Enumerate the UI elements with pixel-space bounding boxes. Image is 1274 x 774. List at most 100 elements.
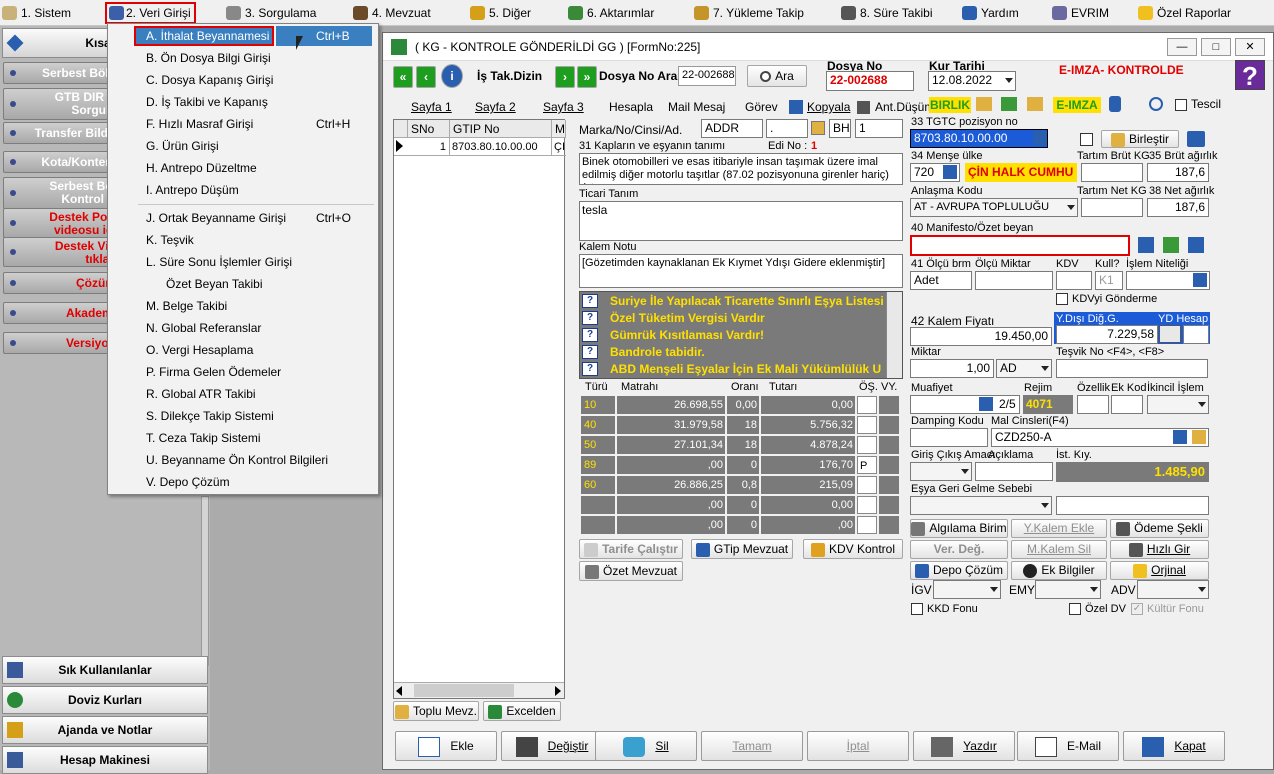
excelden-button[interactable]: Excelden [483,701,561,721]
tescil-checkbox[interactable]: Tescil [1175,97,1221,111]
dropdown-item[interactable]: R. Global ATR Takibi [110,384,376,404]
dropdown-item[interactable]: A. İthalat Beyannamesi [134,26,274,46]
lookup-icon[interactable] [1033,131,1047,145]
algilama-birim-button[interactable]: Algılama Birim [910,519,1008,538]
options-icon[interactable] [1163,237,1179,253]
tab-sayfa-3[interactable]: Sayfa 3 [543,97,584,117]
menu-diger[interactable]: 5. Diğer [470,4,531,22]
tesvik-input[interactable] [1056,359,1208,378]
ikincil-select[interactable] [1147,395,1209,414]
tax-cell-os[interactable] [857,396,877,414]
list-item[interactable]: ? Bandrole tabidir. [580,344,705,361]
ydisi-input[interactable]: 7.229,58 [1056,325,1158,344]
kdv-kontrol-button[interactable]: KDV Kontrol [803,539,903,559]
lookup-icon[interactable] [943,165,957,179]
grid-col-me[interactable]: Me [552,120,566,138]
kur-tarihi-input[interactable]: 12.08.2022 [928,71,1016,91]
birlestir-button[interactable]: Birleştir [1101,130,1179,148]
tab-kopyala[interactable]: Kopyala [789,97,850,117]
menu-yardim[interactable]: Yardım [962,4,1019,22]
sil-button[interactable]: Sil [595,731,697,761]
calculator-icon[interactable] [1187,131,1205,147]
tax-cell-os[interactable] [857,476,877,494]
folder-icon[interactable] [976,97,992,111]
cozum-button[interactable]: Çözüm [3,272,123,294]
dropdown-item[interactable]: Özet Beyan Takibi [110,274,376,294]
tax-cell-os[interactable] [857,436,877,454]
tab-mail-mesaj[interactable]: Mail Mesaj [668,97,725,117]
close-button[interactable]: ✕ [1235,38,1265,56]
table-row[interactable]: ,00 0 0,00 [579,495,899,515]
menu-ozel-raporlar[interactable]: Özel Raporlar [1138,4,1231,22]
edit-icon[interactable] [1192,430,1206,444]
folder-open-icon[interactable] [1027,97,1043,111]
manifesto-input[interactable] [910,235,1130,256]
ara-button[interactable]: Ara [747,65,807,87]
orjinal-button[interactable]: Orjinal [1110,561,1209,580]
tax-cell-os[interactable] [857,416,877,434]
calculator-icon[interactable] [1159,325,1181,343]
list-item[interactable]: ? Suriye İle Yapılacak Ticarette Sınırlı … [580,293,884,310]
kap-textarea[interactable]: Binek otomobilleri ve esas itibariyle in… [579,153,903,185]
dropdown-item[interactable]: M. Belge Takibi [110,296,376,316]
table-row[interactable]: 50 27.101,34 18 4.878,24 [579,435,899,455]
table-row[interactable]: ,00 0,00 [579,515,899,535]
kultur-fonu-checkbox[interactable]: ✓ Kültür Fonu [1131,603,1204,616]
dropdown-item[interactable]: V. Depo Çözüm [110,472,376,492]
iptal-button[interactable]: İptal [807,731,909,761]
kdvyi-gonderme-checkbox[interactable]: KDVyi Gönderme [1056,293,1157,306]
tab-ant-dusum[interactable]: Ant.Düşüm [857,97,934,117]
tartim-net-input[interactable] [1081,198,1143,217]
dropdown-item[interactable]: U. Beyanname Ön Kontrol Bilgileri [110,450,376,470]
table-row[interactable]: 10 26.698,55 0,00 0,00 [579,395,899,415]
depo-cozum-button[interactable]: Depo Çözüm [910,561,1008,580]
serbest-bolge-kontrol-button[interactable]: Serbest Böl Kontrol U [3,177,123,209]
gtb-dir-button[interactable]: GTB DIR B Sorgula [3,88,123,120]
degistir-button[interactable]: Değiştir [501,731,603,761]
dropdown-item[interactable]: T. Ceza Takip Sistemi [110,428,376,448]
warnings-scrollbar[interactable] [886,292,902,378]
left-scrollbar[interactable] [201,496,209,666]
lookup-icon[interactable] [1193,273,1207,287]
birlik-badge[interactable]: BIRLIK [929,97,971,113]
prev-record-button[interactable]: ‹ [416,66,436,88]
ajanda-notlar-button[interactable]: Ajanda ve Notlar [2,716,208,744]
giris-select[interactable] [910,462,972,481]
dropdown-item[interactable]: K. Teşvik [110,230,376,250]
arrow-right-icon[interactable] [555,686,561,696]
upload-icon[interactable] [1001,97,1017,111]
info-icon[interactable]: i [441,64,463,88]
kdv-input[interactable] [1056,271,1092,290]
grid-hscrollbar[interactable] [394,682,564,698]
odeme-sekli-button[interactable]: Ödeme Şekli [1110,519,1209,538]
versiyon-button[interactable]: Versiyon [3,332,123,354]
items-grid[interactable]: SNo GTIP No Me 1 8703.80.10.00.00 ÇI [393,119,566,699]
dropdown-item[interactable]: S. Dilekçe Takip Sistemi [110,406,376,426]
dropdown-item[interactable]: G. Ürün Girişi [110,136,376,156]
first-record-button[interactable]: « [393,66,413,88]
ozellik-input[interactable] [1077,395,1109,414]
ek-bilgiler-button[interactable]: Ek Bilgiler [1011,561,1107,580]
table-row[interactable]: 1 8703.80.10.00.00 ÇI [394,138,566,156]
olcu-miktar-input[interactable] [975,271,1053,290]
yd-hesap-input[interactable] [1183,325,1209,344]
tax-cell-os[interactable] [857,516,877,534]
dosya-no-field[interactable]: 22-002688 [826,71,914,91]
ozet-mevzuat-button[interactable]: Özet Mevzuat [579,561,683,581]
maximize-button[interactable]: □ [1201,38,1231,56]
miktar-unit-select[interactable]: AD [996,359,1052,378]
dropdown-item[interactable]: P. Firma Gelen Ödemeler [110,362,376,382]
table-row[interactable]: 40 31.979,58 18 5.756,32 [579,415,899,435]
m-kalem-sil-button[interactable]: M.Kalem Sil [1011,540,1107,559]
igv-select[interactable] [933,580,1001,599]
olcu-birim-input[interactable]: Adet [910,271,972,290]
menu-sorgulama[interactable]: 3. Sorgulama [226,4,316,22]
bh-input[interactable]: BH [829,119,851,138]
marka-input[interactable]: ADDR [701,119,763,138]
list-item[interactable]: ? Gümrük Kısıtlaması Vardır! [580,327,764,344]
toplu-mevzuat-button[interactable]: Toplu Mevz. [393,701,479,721]
dropdown-item[interactable]: N. Global Referanslar [110,318,376,338]
tax-cell-os[interactable]: P [857,456,877,474]
dosya-no-ara-input[interactable]: 22-002688 [678,66,736,86]
ekle-button[interactable]: Ekle [395,731,497,761]
